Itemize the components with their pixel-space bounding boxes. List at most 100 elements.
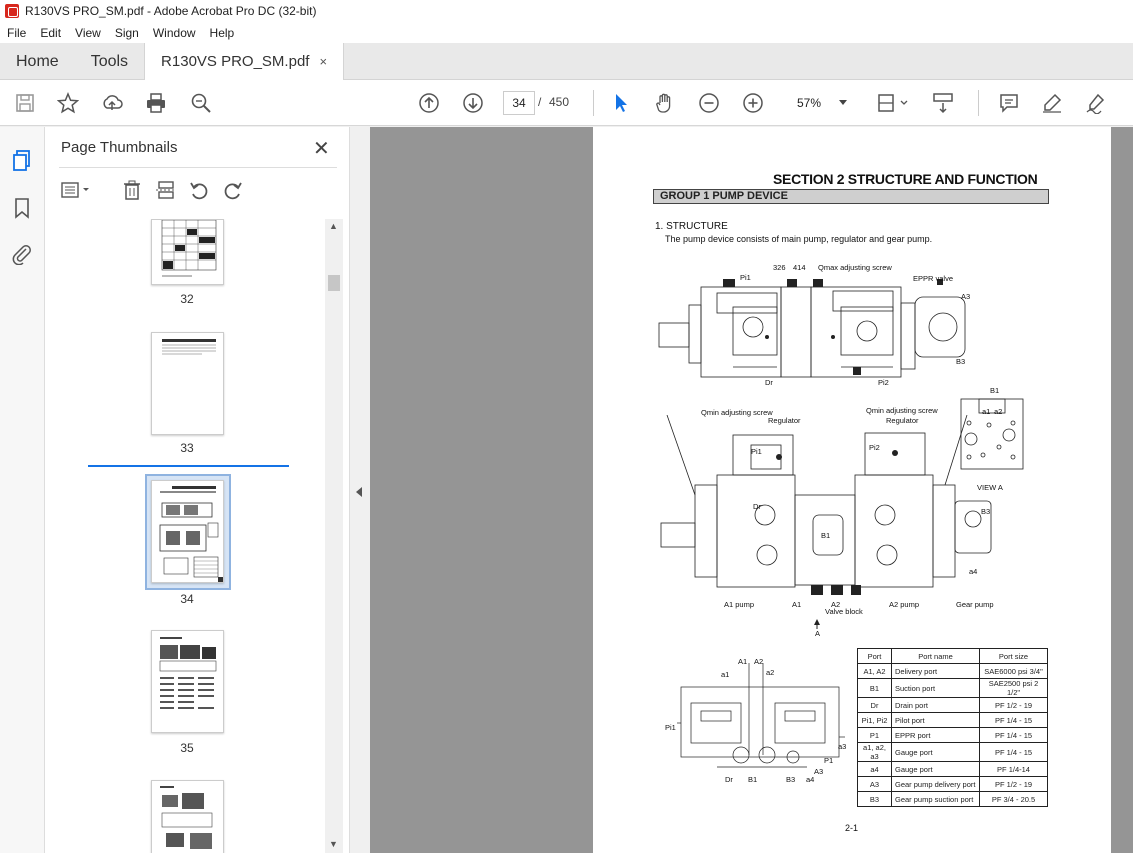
highlight-icon[interactable]: [1041, 92, 1063, 114]
drop-indicator: [88, 465, 289, 467]
zoom-search-icon[interactable]: [190, 92, 212, 114]
table-cell: Gear pump suction port: [891, 791, 980, 807]
select-cursor-icon[interactable]: [610, 92, 632, 114]
tab-home-label: Home: [16, 52, 59, 70]
thumbnail-label: 33: [180, 441, 194, 455]
table-cell: A3: [857, 776, 892, 792]
label-A2-schematic: A2: [754, 657, 764, 666]
table-cell: A1, A2: [857, 663, 892, 679]
label-dr-schematic: Dr: [725, 775, 733, 784]
panel-title: Page Thumbnails: [61, 139, 178, 156]
label-gear-pump: Gear pump: [956, 600, 994, 609]
view-a-drawing: [960, 398, 1024, 470]
label-pi1-front: Pi1: [751, 447, 762, 456]
label-qmax: Qmax adjusting screw: [818, 263, 892, 272]
toolbar-divider: [978, 90, 979, 116]
zoom-out-icon[interactable]: [698, 92, 720, 114]
rotate-left-icon[interactable]: [188, 179, 210, 201]
rotate-right-icon[interactable]: [222, 179, 244, 201]
scroll-down-icon[interactable]: ▼: [329, 839, 338, 849]
left-nav-rail: [0, 127, 45, 853]
menu-window[interactable]: Window: [146, 26, 203, 40]
label-dr-front: Dr: [753, 502, 761, 511]
toolbar-divider: [593, 90, 594, 116]
zoom-level-dropdown[interactable]: 57%: [781, 91, 855, 115]
scroll-up-icon[interactable]: ▲: [329, 221, 338, 231]
pdf-page: SECTION 2 STRUCTURE AND FUNCTION GROUP 1…: [593, 127, 1111, 853]
menu-help[interactable]: Help: [203, 26, 242, 40]
label-pi1-schematic: Pi1: [665, 723, 676, 732]
label-qmin-left: Qmin adjusting screw: [701, 408, 773, 417]
menu-view[interactable]: View: [68, 26, 108, 40]
thumbnail-page-32[interactable]: [151, 219, 224, 285]
star-icon[interactable]: [57, 92, 79, 114]
label-arrow-a: A: [815, 629, 821, 638]
options-menu-icon[interactable]: [61, 179, 95, 201]
table-cell: B3: [857, 791, 892, 807]
menu-edit[interactable]: Edit: [33, 26, 68, 40]
label-b1-schematic: B1: [748, 775, 758, 784]
document-view[interactable]: SECTION 2 STRUCTURE AND FUNCTION GROUP 1…: [370, 127, 1133, 853]
scroll-mode-icon[interactable]: [932, 92, 954, 114]
page-number-input[interactable]: 34: [503, 91, 535, 115]
thumbnail-page-33[interactable]: [151, 332, 224, 435]
structure-description: The pump device consists of main pump, r…: [665, 234, 933, 244]
table-cell: SAE6000 psi 3/4": [979, 663, 1048, 679]
table-cell: B1: [857, 678, 892, 698]
tab-home[interactable]: Home: [0, 43, 75, 80]
upload-icon[interactable]: [101, 92, 123, 114]
menu-file[interactable]: File: [0, 26, 33, 40]
thumbnail-label: 35: [180, 741, 194, 755]
label-a3-schematic: a3: [838, 742, 847, 751]
table-cell: Pilot port: [891, 712, 980, 728]
table-header: Port: [857, 648, 892, 664]
tab-tools-label: Tools: [90, 52, 129, 70]
label-a2-view: a2: [994, 407, 1003, 416]
page-thumbnails-icon[interactable]: [11, 149, 33, 171]
table-row: B1 Suction port SAE2500 psi 2 1/2": [857, 678, 1048, 698]
menu-sign[interactable]: Sign: [108, 26, 146, 40]
title-bar: R130VS PRO_SM.pdf - Adobe Acrobat Pro DC…: [0, 0, 1133, 22]
tab-tools[interactable]: Tools: [75, 43, 144, 80]
delete-icon[interactable]: [121, 179, 143, 201]
fit-page-icon[interactable]: [876, 92, 910, 114]
label-valve-block: Valve block: [825, 607, 863, 616]
attachment-icon[interactable]: [11, 243, 33, 266]
thumbnail-scrollbar[interactable]: ▲ ▼: [325, 219, 343, 853]
panel-divider: [59, 167, 337, 168]
zoom-in-icon[interactable]: [742, 92, 764, 114]
thumbnail-page-36[interactable]: [151, 780, 224, 853]
label-p1-schematic: P1: [824, 756, 834, 765]
comment-icon[interactable]: [998, 92, 1020, 114]
hand-icon[interactable]: [654, 92, 676, 114]
prev-page-icon[interactable]: [418, 92, 440, 114]
label-eppr: EPPR valve: [913, 274, 954, 283]
extract-pages-icon[interactable]: [155, 179, 177, 201]
label-b3-schematic: B3: [786, 775, 796, 784]
pump-side-view-drawing: [658, 279, 966, 378]
scrollbar-thumb[interactable]: [328, 275, 340, 291]
close-icon[interactable]: ✕: [313, 136, 330, 161]
label-a1-pump: A1 pump: [724, 600, 755, 609]
bookmark-icon[interactable]: [11, 197, 33, 219]
sign-icon[interactable]: [1085, 92, 1107, 114]
page-total: 450: [549, 95, 570, 109]
chevron-down-icon: [839, 100, 847, 105]
tab-document[interactable]: R130VS PRO_SM.pdf ×: [144, 43, 345, 80]
page-footer-number: 2-1: [845, 823, 859, 833]
collapse-arrow-icon[interactable]: [356, 487, 362, 497]
tab-close-icon[interactable]: ×: [319, 54, 327, 69]
thumbnail-page-35[interactable]: [151, 630, 224, 733]
tab-document-label: R130VS PRO_SM.pdf: [161, 53, 310, 70]
print-icon[interactable]: [145, 92, 167, 114]
table-cell: PF 3/4 - 20.5: [979, 791, 1048, 807]
panel-collapse-strip[interactable]: [350, 127, 370, 853]
table-cell: a1, a2, a3: [857, 742, 892, 762]
next-page-icon[interactable]: [462, 92, 484, 114]
thumbnail-page-34[interactable]: [151, 480, 224, 583]
label-b1-view: B1: [990, 386, 1000, 395]
label-regulator-right: Regulator: [886, 416, 919, 425]
label-a3-lower: A3: [814, 767, 824, 776]
save-icon[interactable]: [14, 92, 36, 114]
label-b3-front: B3: [981, 507, 991, 516]
